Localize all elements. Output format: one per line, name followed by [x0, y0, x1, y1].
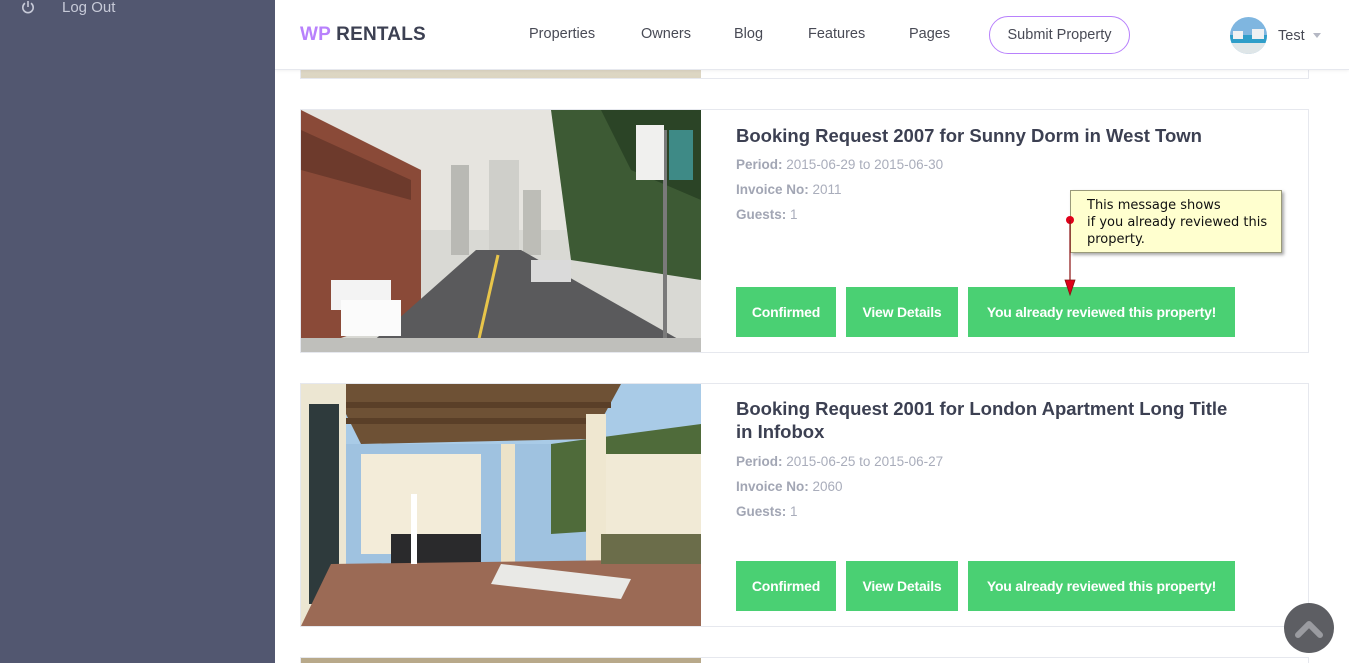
logo-wp: WP: [300, 24, 331, 45]
property-image[interactable]: [301, 384, 701, 626]
booking-title[interactable]: Booking Request 2001 for London Apartmen…: [736, 397, 1236, 443]
user-menu[interactable]: Test: [1230, 17, 1321, 54]
user-name: Test: [1278, 27, 1305, 44]
chevron-up-icon: [1295, 621, 1323, 638]
guests-row: Guests: 1: [736, 207, 798, 222]
guests-label: Guests:: [736, 207, 787, 222]
invoice-row: Invoice No: 2060: [736, 479, 843, 494]
view-details-button[interactable]: View Details: [846, 287, 958, 337]
booking-card-partial: [300, 657, 1309, 663]
power-icon: [20, 0, 36, 15]
submit-property-button[interactable]: Submit Property: [989, 16, 1130, 54]
invoice-value: 2011: [812, 182, 842, 197]
period-row: Period: 2015-06-25 to 2015-06-27: [736, 454, 943, 469]
period-label: Period:: [736, 157, 783, 172]
site-logo[interactable]: WP RENTALS: [300, 24, 426, 46]
top-navbar: WP RENTALS Properties Owners Blog Featur…: [275, 0, 1349, 70]
guests-label: Guests:: [736, 504, 787, 519]
period-value: 2015-06-29 to 2015-06-30: [786, 157, 944, 172]
invoice-label: Invoice No:: [736, 182, 809, 197]
logout-label: Log Out: [62, 0, 116, 16]
nav-pages[interactable]: Pages: [909, 26, 950, 42]
callout-line-1: This message shows: [1087, 198, 1221, 213]
invoice-label: Invoice No:: [736, 479, 809, 494]
booking-title[interactable]: Booking Request 2007 for Sunny Dorm in W…: [736, 124, 1236, 147]
sidebar: Log Out: [0, 0, 275, 663]
annotation-callout: This message shows if you already review…: [1070, 190, 1282, 253]
nav-properties[interactable]: Properties: [529, 26, 595, 42]
nav-owners[interactable]: Owners: [641, 26, 691, 42]
invoice-row: Invoice No: 2011: [736, 182, 842, 197]
confirmed-button[interactable]: Confirmed: [736, 561, 836, 611]
already-reviewed-button[interactable]: You already reviewed this property!: [968, 561, 1235, 611]
callout-line-2: if you already reviewed this: [1087, 215, 1268, 230]
logout-link[interactable]: Log Out: [20, 0, 115, 17]
scroll-to-top-button[interactable]: [1284, 603, 1334, 653]
period-value: 2015-06-25 to 2015-06-27: [786, 454, 944, 469]
logo-rentals: RENTALS: [336, 24, 426, 45]
period-label: Period:: [736, 454, 783, 469]
invoice-value: 2060: [812, 479, 843, 494]
callout-line-3: property.: [1087, 232, 1145, 247]
property-image: [301, 658, 701, 663]
property-image[interactable]: [301, 110, 701, 352]
booking-card: Booking Request 2001 for London Apartmen…: [300, 383, 1309, 627]
chevron-down-icon: [1312, 33, 1321, 38]
view-details-button[interactable]: View Details: [846, 561, 958, 611]
guests-row: Guests: 1: [736, 504, 798, 519]
avatar: [1230, 17, 1267, 54]
guests-value: 1: [790, 504, 798, 519]
nav-blog[interactable]: Blog: [734, 26, 763, 42]
main-content: WP RENTALS Properties Owners Blog Featur…: [275, 0, 1349, 663]
already-reviewed-button[interactable]: You already reviewed this property!: [968, 287, 1235, 337]
nav-features[interactable]: Features: [808, 26, 865, 42]
guests-value: 1: [790, 207, 798, 222]
callout-arrow-icon: [1064, 216, 1076, 297]
confirmed-button[interactable]: Confirmed: [736, 287, 836, 337]
period-row: Period: 2015-06-29 to 2015-06-30: [736, 157, 943, 172]
